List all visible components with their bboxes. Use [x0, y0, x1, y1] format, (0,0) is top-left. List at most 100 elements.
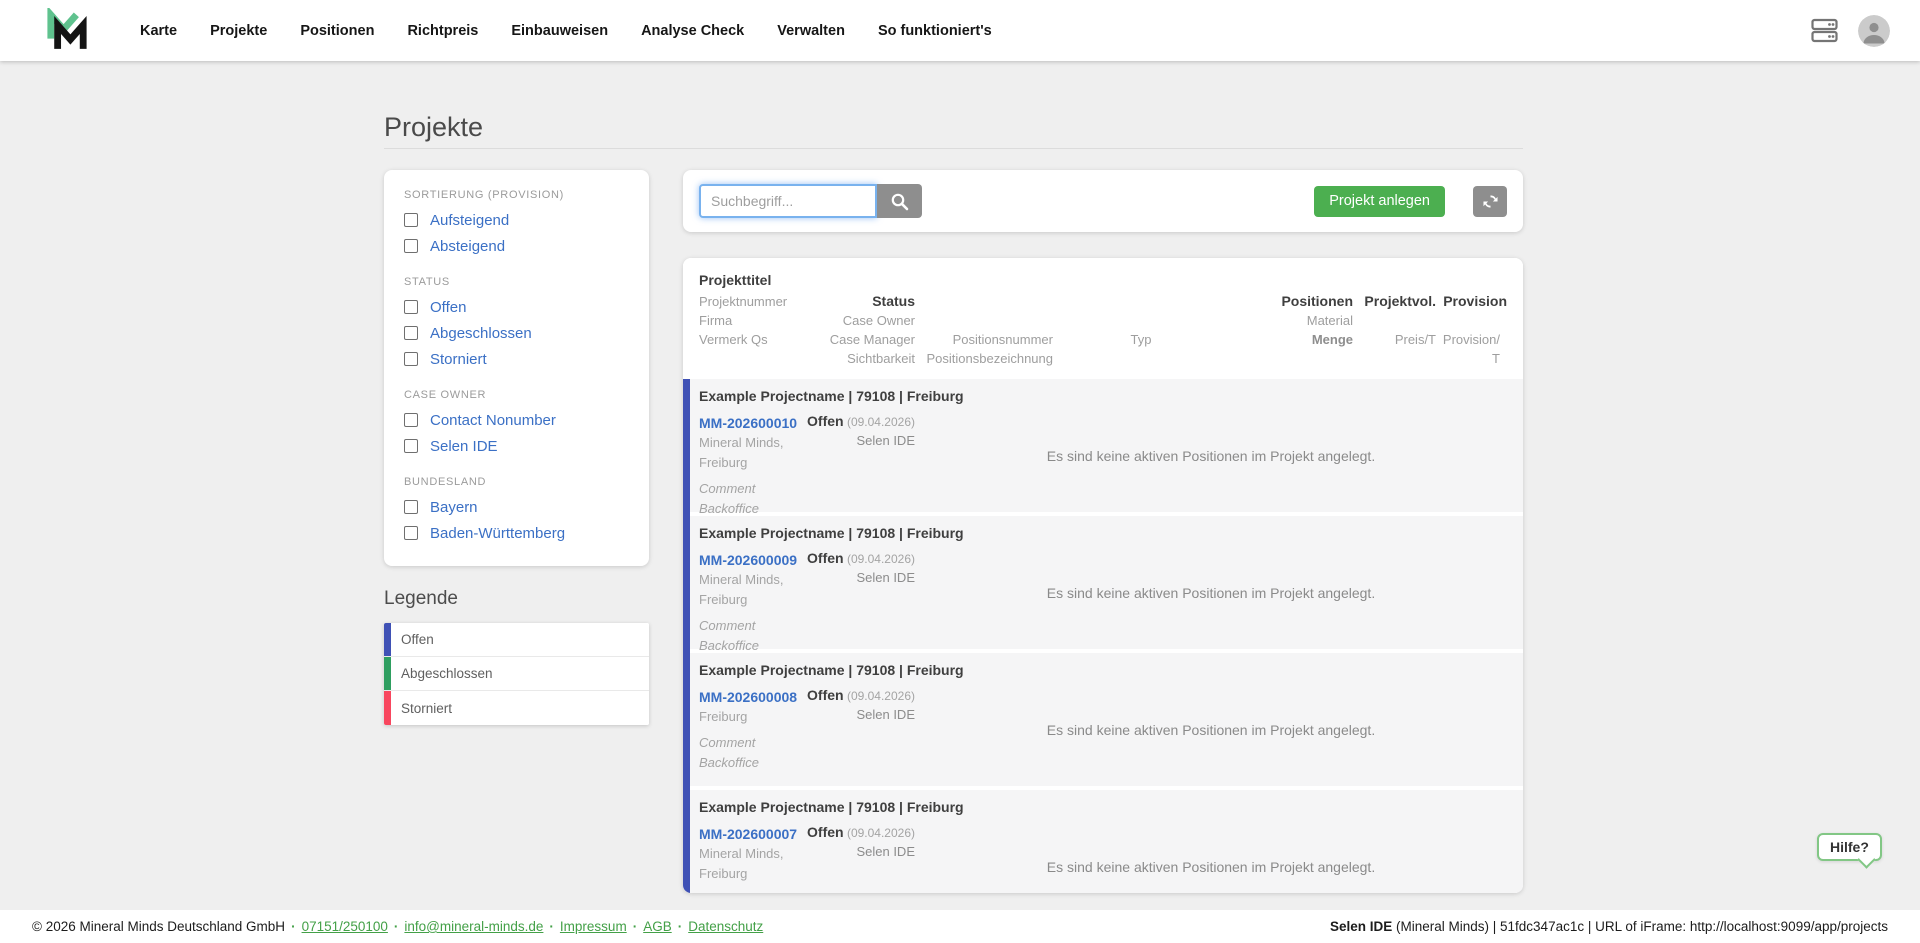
- footer-link-07151-250100[interactable]: 07151/250100: [302, 919, 388, 934]
- column-menge: Menge: [1229, 330, 1353, 349]
- project-number-link[interactable]: MM-202600010: [699, 413, 797, 433]
- page-title: Projekte: [384, 112, 483, 143]
- filter-option-absteigend[interactable]: Absteigend: [404, 233, 629, 259]
- project-number-link[interactable]: MM-202600007: [699, 824, 797, 844]
- filter-section-status: STATUSOffenAbgeschlossenStorniert: [404, 276, 629, 372]
- project-number-link[interactable]: MM-202600009: [699, 550, 797, 570]
- filter-option-selen-ide[interactable]: Selen IDE: [404, 433, 629, 459]
- filter-section-title: BUNDESLAND: [404, 476, 629, 488]
- nav-item-einbauweisen[interactable]: Einbauweisen: [511, 23, 608, 39]
- column-projektnummer: Projektnummer: [699, 292, 819, 311]
- footer-separator: ·: [549, 919, 554, 934]
- checkbox-icon[interactable]: [404, 352, 418, 366]
- checkbox-icon[interactable]: [404, 239, 418, 253]
- column-material: Material: [1229, 311, 1353, 330]
- checkbox-icon[interactable]: [404, 500, 418, 514]
- footer-link-datenschutz[interactable]: Datenschutz: [688, 919, 763, 934]
- checkbox-icon[interactable]: [404, 300, 418, 314]
- filter-option-baden-w-rttemberg[interactable]: Baden-Württemberg: [404, 520, 629, 546]
- filter-option-bayern[interactable]: Bayern: [404, 494, 629, 520]
- project-number-link[interactable]: MM-202600008: [699, 687, 797, 707]
- column-sichtbarkeit: Sichtbarkeit: [819, 349, 915, 368]
- refresh-button[interactable]: [1473, 186, 1507, 217]
- project-note: Comment: [699, 479, 915, 499]
- nav-item-analyse-check[interactable]: Analyse Check: [641, 23, 744, 39]
- search-group: [699, 184, 922, 218]
- column-positionsnummer: Positionsnummer: [915, 330, 1053, 349]
- status-date: (09.04.2026): [844, 415, 915, 429]
- legend-item-offen: Offen: [384, 623, 649, 657]
- search-input[interactable]: [699, 184, 877, 218]
- filter-option-label: Selen IDE: [430, 438, 498, 455]
- nav-item-positionen[interactable]: Positionen: [300, 23, 374, 39]
- filter-option-label: Storniert: [430, 351, 487, 368]
- filter-option-abgeschlossen[interactable]: Abgeschlossen: [404, 320, 629, 346]
- filter-sidebar: SORTIERUNG (PROVISION)AufsteigendAbsteig…: [384, 170, 649, 725]
- footer-left: © 2026 Mineral Minds Deutschland GmbH ·0…: [32, 919, 763, 934]
- footer-separator: ·: [678, 919, 683, 934]
- column-provision: Provision: [1436, 292, 1507, 311]
- checkbox-icon[interactable]: [404, 526, 418, 540]
- filter-option-storniert[interactable]: Storniert: [404, 346, 629, 372]
- table-rows: Example Projectname | 79108 | Freiburg MM…: [683, 379, 1523, 893]
- project-note: Comment: [699, 616, 915, 636]
- column-positionen: Positionen: [1229, 292, 1353, 311]
- user-avatar[interactable]: [1858, 15, 1890, 47]
- status-date: (09.04.2026): [844, 689, 915, 703]
- filter-option-label: Aufsteigend: [430, 212, 509, 229]
- status-label: Offen: [807, 687, 844, 703]
- status-label: Offen: [807, 824, 844, 840]
- checkbox-icon[interactable]: [404, 413, 418, 427]
- project-row-title: Example Projectname | 79108 | Freiburg: [699, 798, 1507, 816]
- table-row[interactable]: Example Projectname | 79108 | Freiburg MM…: [683, 379, 1523, 512]
- filter-option-offen[interactable]: Offen: [404, 294, 629, 320]
- nav-item-so-funktioniert-s[interactable]: So funktioniert's: [878, 23, 992, 39]
- status-owner: Selen IDE: [807, 569, 915, 586]
- status-date: (09.04.2026): [844, 552, 915, 566]
- nav-item-karte[interactable]: Karte: [140, 23, 177, 39]
- footer-separator: ·: [394, 919, 399, 934]
- filter-option-label: Offen: [430, 299, 466, 316]
- footer-link-agb[interactable]: AGB: [643, 919, 672, 934]
- help-button[interactable]: Hilfe?: [1817, 833, 1882, 861]
- checkbox-icon[interactable]: [404, 439, 418, 453]
- table-row[interactable]: Example Projectname | 79108 | Freiburg MM…: [683, 653, 1523, 786]
- status-label: Offen: [807, 413, 844, 429]
- no-positions-message: Es sind keine aktiven Positionen im Proj…: [1047, 722, 1375, 773]
- filter-section-title: CASE OWNER: [404, 389, 629, 401]
- footer-link-info-mineral-minds-de[interactable]: info@mineral-minds.de: [404, 919, 543, 934]
- table-row[interactable]: Example Projectname | 79108 | Freiburg MM…: [683, 790, 1523, 893]
- table-row[interactable]: Example Projectname | 79108 | FreiburgMM…: [683, 516, 1523, 649]
- project-firma: Freiburg: [699, 864, 915, 884]
- project-row-title: Example Projectname | 79108 | Freiburg: [699, 661, 1507, 679]
- project-note: Comment: [699, 733, 915, 753]
- legend-label: Abgeschlossen: [401, 666, 493, 681]
- title-divider: [384, 148, 1523, 149]
- footer-right: Selen IDE (Mineral Minds) | 51fdc347ac1c…: [1330, 919, 1888, 934]
- column-projekttitel: Projekttitel: [699, 271, 1507, 289]
- checkbox-icon[interactable]: [404, 213, 418, 227]
- checkbox-icon[interactable]: [404, 326, 418, 340]
- nav-item-richtpreis[interactable]: Richtpreis: [407, 23, 478, 39]
- no-positions-message: Es sind keine aktiven Positionen im Proj…: [1047, 448, 1375, 519]
- projects-table-card: Projekttitel Projektnummer Firma Vermerk…: [683, 258, 1523, 893]
- brand-logo-icon[interactable]: [44, 8, 90, 54]
- main-nav: Karte Projekte Positionen Richtpreis Einbauw…: [140, 23, 992, 39]
- status-date: (09.04.2026): [844, 826, 915, 840]
- create-project-button[interactable]: Projekt anlegen: [1314, 186, 1445, 217]
- nav-item-projekte[interactable]: Projekte: [210, 23, 267, 39]
- filter-option-contact-nonumber[interactable]: Contact Nonumber: [404, 407, 629, 433]
- project-firma: Freiburg: [699, 453, 915, 473]
- nav-item-verwalten[interactable]: Verwalten: [777, 23, 845, 39]
- server-stack-icon[interactable]: [1811, 18, 1838, 43]
- search-button[interactable]: [877, 184, 922, 218]
- table-header: Projekttitel Projektnummer Firma Vermerk…: [683, 258, 1523, 379]
- project-row-title: Example Projectname | 79108 | Freiburg: [699, 387, 1507, 405]
- page-footer: © 2026 Mineral Minds Deutschland GmbH ·0…: [0, 910, 1920, 943]
- footer-link-impressum[interactable]: Impressum: [560, 919, 627, 934]
- filter-option-aufsteigend[interactable]: Aufsteigend: [404, 207, 629, 233]
- filter-section-sortierung-provision: SORTIERUNG (PROVISION)AufsteigendAbsteig…: [404, 189, 629, 259]
- column-projektvol: Projektvol.: [1353, 292, 1436, 311]
- project-note: Backoffice: [699, 499, 915, 519]
- column-status: Status: [819, 292, 915, 311]
